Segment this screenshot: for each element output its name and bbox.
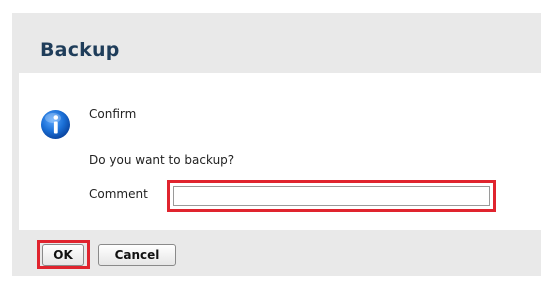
info-icon <box>41 110 70 139</box>
cancel-button[interactable]: Cancel <box>98 244 176 266</box>
confirm-label: Confirm <box>89 107 137 121</box>
comment-field-highlight <box>167 180 496 212</box>
comment-label: Comment <box>89 187 148 201</box>
dialog-title: Backup <box>40 39 120 61</box>
comment-input[interactable] <box>173 186 490 206</box>
backup-question: Do you want to backup? <box>89 153 235 167</box>
ok-button[interactable]: OK <box>42 244 84 266</box>
